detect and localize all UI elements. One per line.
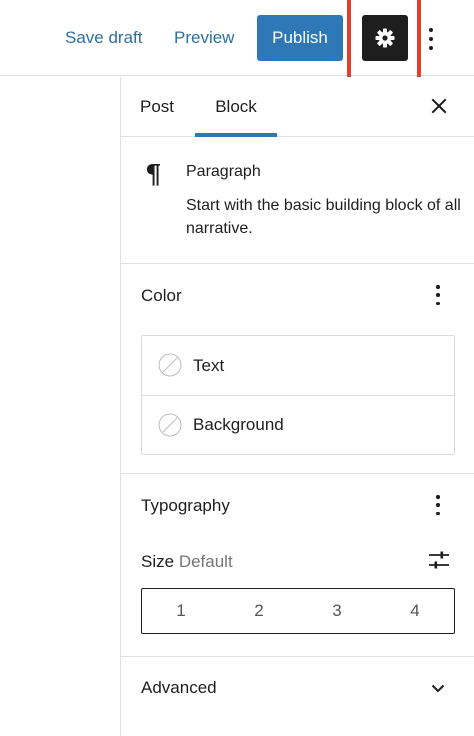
no-color-swatch-icon (158, 353, 182, 377)
settings-sidebar: Post Block ¶ Paragraph Start with the ba… (120, 77, 474, 736)
close-icon[interactable] (428, 95, 450, 117)
font-size-toggle-group: 1 2 3 4 (141, 588, 455, 634)
block-card: ¶ Paragraph Start with the basic buildin… (121, 137, 474, 264)
publish-button[interactable]: Publish (257, 15, 343, 61)
color-item-label: Text (193, 355, 225, 375)
no-color-swatch-icon (158, 413, 182, 437)
size-label-text: Size (141, 552, 175, 571)
font-size-option[interactable]: 2 (220, 589, 298, 633)
options-button[interactable] (421, 26, 441, 52)
advanced-panel[interactable]: Advanced (121, 657, 474, 719)
font-size-option[interactable]: 4 (376, 589, 454, 633)
vertical-ellipsis-icon (436, 285, 440, 289)
block-card-description: Start with the basic building block of a… (186, 197, 461, 237)
preview-button[interactable]: Preview (174, 27, 234, 49)
color-options-button[interactable] (428, 284, 448, 306)
save-draft-button[interactable]: Save draft (65, 27, 143, 49)
chevron-down-icon[interactable] (429, 679, 447, 697)
advanced-panel-title: Advanced (141, 678, 217, 697)
typography-panel-title: Typography (141, 496, 230, 515)
tab-block[interactable]: Block (195, 77, 277, 137)
sidebar-tabs: Post Block (121, 77, 474, 137)
color-item-background[interactable]: Background (142, 395, 454, 454)
sliders-icon[interactable] (427, 548, 451, 572)
size-current-value: Default (178, 552, 233, 571)
color-panel-title: Color (141, 286, 182, 305)
settings-highlight-box (347, 0, 421, 83)
vertical-ellipsis-icon (429, 28, 433, 32)
color-settings-list: Text Background (141, 335, 455, 455)
font-size-option[interactable]: 1 (142, 589, 220, 633)
typography-options-button[interactable] (428, 494, 448, 516)
font-size-option[interactable]: 3 (298, 589, 376, 633)
color-item-label: Background (193, 415, 284, 434)
tab-block-label: Block (215, 97, 257, 116)
font-size-label: Size Default (141, 552, 233, 572)
color-panel: Color Text Background (121, 264, 474, 474)
typography-panel: Typography Size Default 1 2 3 4 (121, 474, 474, 657)
color-item-text[interactable]: Text (142, 336, 454, 395)
pilcrow-icon: ¶ (145, 160, 162, 190)
tab-post[interactable]: Post (140, 77, 174, 137)
block-card-title: Paragraph (186, 163, 261, 180)
vertical-ellipsis-icon (436, 495, 440, 499)
editor-header: Save draft Preview Publish (0, 0, 474, 83)
